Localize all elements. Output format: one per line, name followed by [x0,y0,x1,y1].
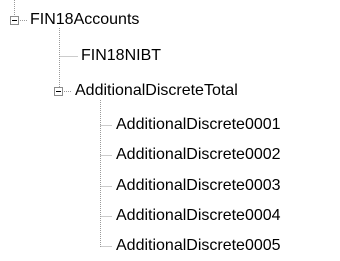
tree-node-fin18accounts[interactable]: FIN18Accounts [28,9,141,31]
collapse-minus-icon[interactable] [54,87,63,96]
tree-node-additional-discrete-total[interactable]: AdditionalDiscreteTotal [73,80,240,102]
tree-node-additional-discrete-0005[interactable]: AdditionalDiscrete0005 [114,235,283,257]
tree-node-additional-discrete-0001[interactable]: AdditionalDiscrete0001 [114,114,283,136]
tree-node-fin18nibt[interactable]: FIN18NIBT [79,45,163,67]
collapse-minus-icon[interactable] [10,16,19,25]
tree-node-additional-discrete-0003[interactable]: AdditionalDiscrete0003 [114,175,283,197]
tree-node-additional-discrete-0002[interactable]: AdditionalDiscrete0002 [114,144,283,166]
tree-node-additional-discrete-0004[interactable]: AdditionalDiscrete0004 [114,205,283,227]
tree-view[interactable]: FIN18Accounts FIN18NIBT AdditionalDiscre… [0,0,340,261]
